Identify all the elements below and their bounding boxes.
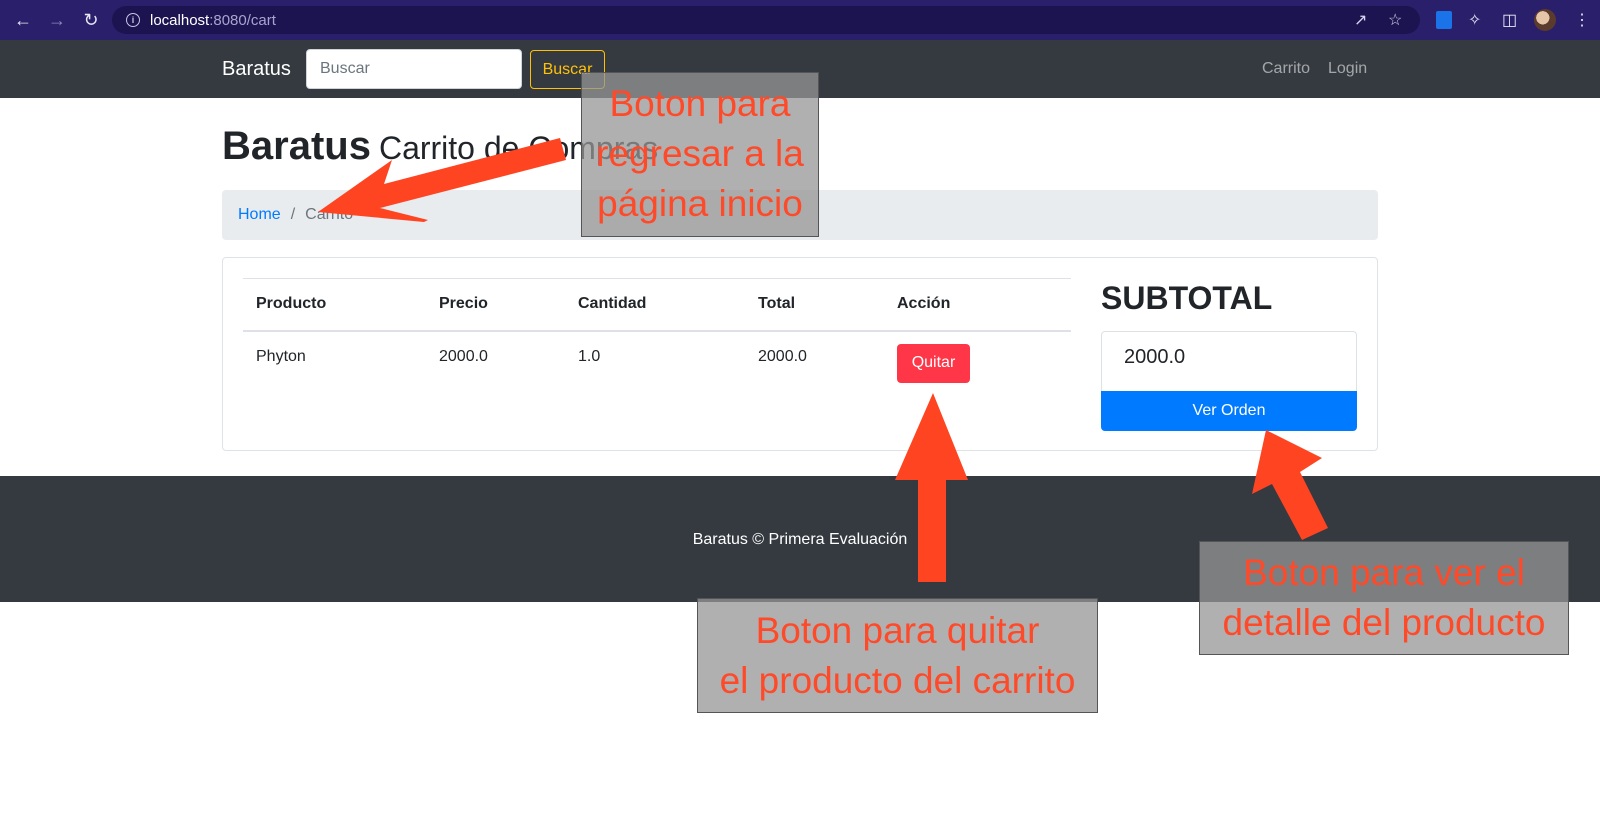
table-header-row: Producto Precio Cantidad Total Acción [243, 278, 1071, 332]
info-icon[interactable]: i [126, 13, 140, 27]
annotation-home-line-2: regresar a la [596, 133, 804, 174]
search-input[interactable] [306, 49, 522, 89]
side-panel-icon[interactable]: ◫ [1502, 10, 1517, 30]
extensions-icon[interactable]: ✧ [1468, 10, 1481, 30]
profile-avatar[interactable] [1534, 9, 1556, 31]
share-icon[interactable]: ↗ [1354, 10, 1367, 30]
browser-toolbar: ← → ↻ i localhost:8080/cart ↗ ☆ ✧ ◫ ⋮ [0, 0, 1600, 40]
star-icon[interactable]: ☆ [1388, 10, 1402, 30]
breadcrumb-current: Carrito [305, 206, 354, 223]
reload-icon[interactable]: ↻ [74, 0, 108, 40]
breadcrumb-separator: / [290, 206, 296, 223]
annotation-remove-note: Boton para quitar el producto del carrit… [697, 598, 1098, 713]
column-header-producto: Producto [243, 278, 426, 332]
cart-table: Producto Precio Cantidad Total Acción Ph… [243, 278, 1071, 383]
menu-icon[interactable]: ⋮ [1574, 10, 1590, 30]
breadcrumb-home-link[interactable]: Home [238, 206, 281, 224]
nav-link-carrito[interactable]: Carrito [1262, 60, 1310, 78]
cell-precio: 2000.0 [439, 347, 488, 365]
annotation-home-line-1: Boton para [609, 83, 791, 124]
navbar-brand[interactable]: Baratus [222, 58, 291, 81]
column-header-cantidad: Cantidad [565, 278, 745, 332]
annotation-home-note: Boton para regresar a la página inicio [581, 72, 819, 237]
remove-item-button[interactable]: Quitar [897, 343, 970, 383]
url-path: :8080/cart [209, 11, 276, 29]
column-header-precio: Precio [426, 278, 565, 332]
cell-cantidad: 1.0 [578, 347, 601, 365]
annotation-home-line-3: página inicio [597, 183, 803, 224]
annotation-order-line-1: Boton para ver el [1243, 552, 1525, 593]
annotation-remove-line-1: Boton para quitar [755, 610, 1040, 651]
page-title-main: Baratus [222, 124, 371, 168]
url-host: localhost [150, 11, 210, 29]
annotation-remove-line-2: el producto del carrito [719, 660, 1076, 701]
tab-search-icon[interactable] [1436, 11, 1452, 29]
subtotal-value: 2000.0 [1101, 331, 1357, 391]
back-icon[interactable]: ← [6, 0, 40, 40]
nav-link-login[interactable]: Login [1328, 60, 1367, 78]
address-bar[interactable]: i localhost:8080/cart ↗ ☆ [112, 6, 1420, 34]
column-header-accion: Acción [884, 278, 1071, 332]
cell-accion: Quitar [884, 331, 1071, 383]
annotation-order-line-2: detalle del producto [1222, 602, 1546, 643]
table-row: Phyton 2000.0 1.0 2000.0 Quitar [243, 331, 1071, 383]
annotation-order-note: Boton para ver el detalle del producto [1199, 541, 1569, 655]
forward-icon[interactable]: → [40, 0, 74, 40]
cell-total: 2000.0 [758, 347, 807, 365]
subtotal-heading: SUBTOTAL [1101, 280, 1273, 316]
view-order-button[interactable]: Ver Orden [1101, 391, 1357, 431]
column-header-total: Total [745, 278, 884, 332]
cell-producto: Phyton [256, 347, 306, 365]
